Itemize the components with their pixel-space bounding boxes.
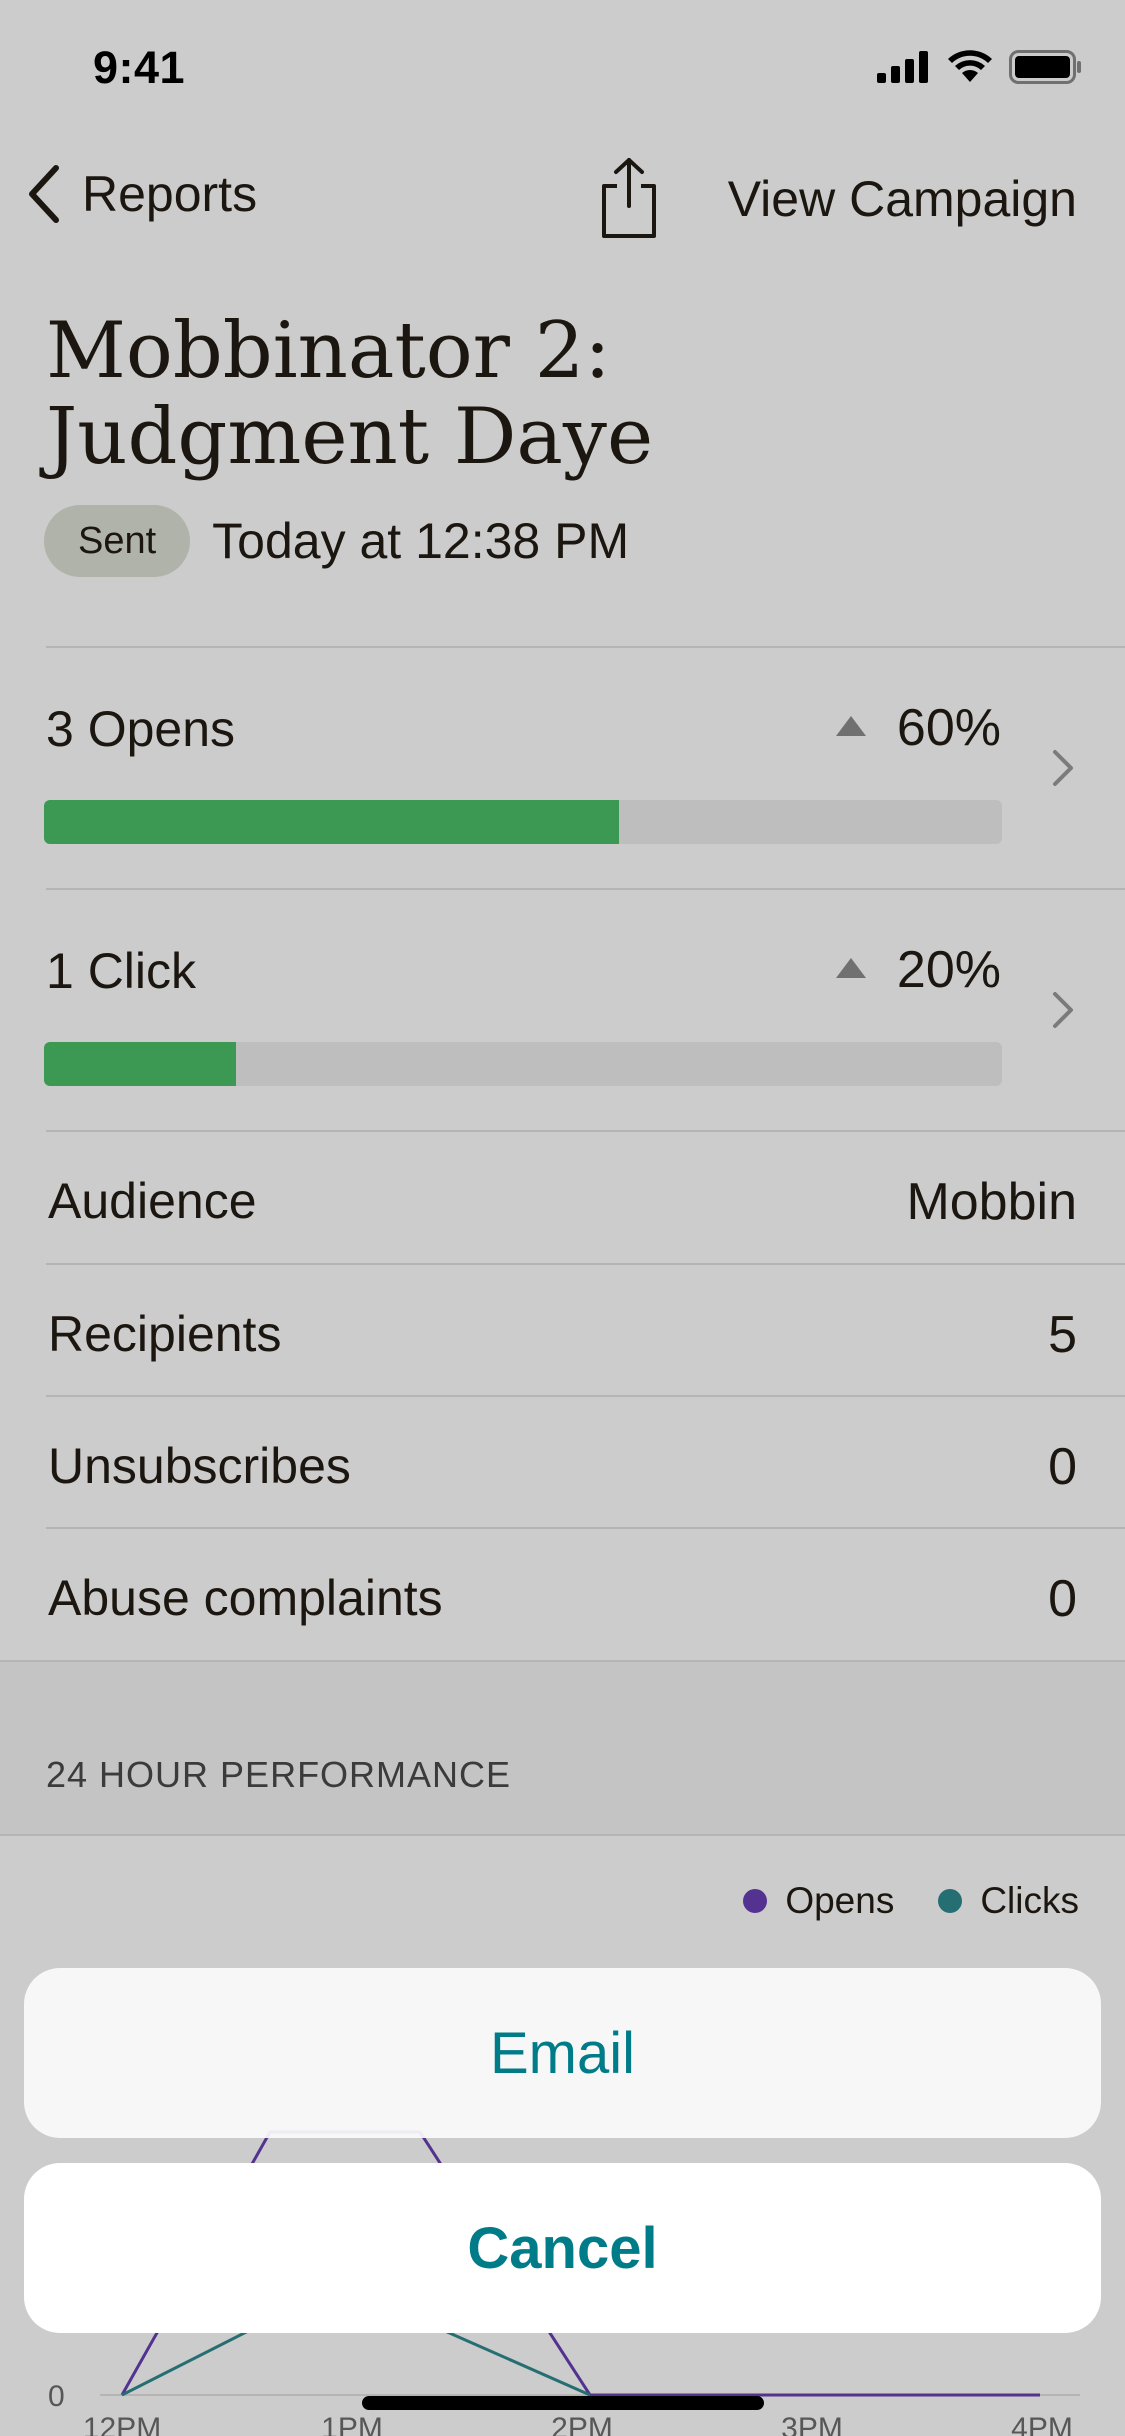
email-share-button[interactable]: Email xyxy=(24,1968,1101,2138)
home-indicator xyxy=(362,2396,764,2410)
cancel-button[interactable]: Cancel xyxy=(24,2163,1101,2333)
